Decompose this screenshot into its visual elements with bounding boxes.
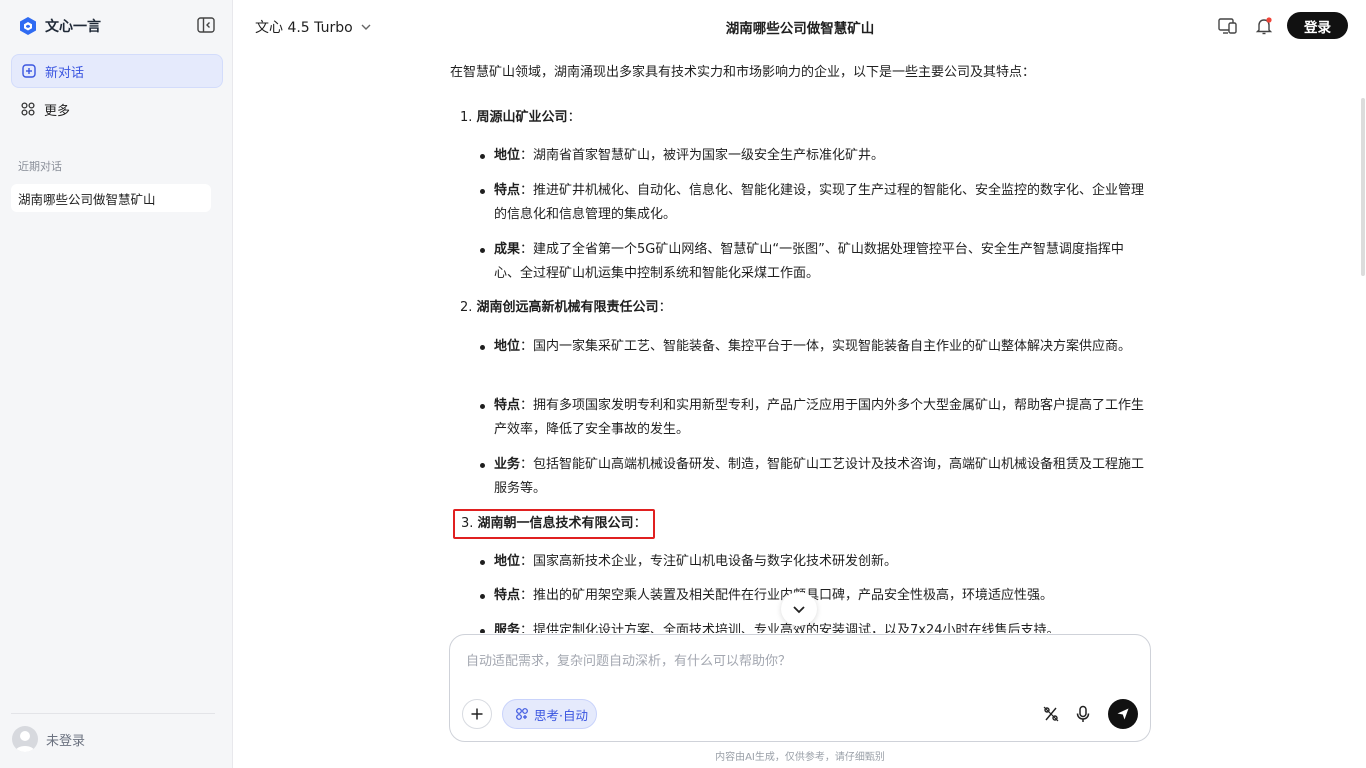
point-sep: ：: [520, 148, 534, 163]
point-key: 成果: [494, 242, 521, 257]
list-item: 成果：建成了全省第一个5G矿山网络、智慧矿山“一张图”、矿山数据处理管控平台、安…: [480, 238, 1148, 286]
login-button[interactable]: 登录: [1287, 12, 1348, 39]
sidebar-divider: [11, 713, 215, 714]
device-icon: [1218, 18, 1237, 34]
list-item: 特点：推进矿井机械化、自动化、信息化、智能化建设，实现了生产过程的智能化、安全监…: [480, 179, 1148, 227]
scrollbar[interactable]: [1360, 48, 1366, 768]
point-key: 特点: [494, 588, 521, 603]
list-item: 地位：国内一家集采矿工艺、智能装备、集控平台于一体，实现智能装备自主作业的矿山整…: [480, 335, 1148, 359]
answer-intro: 在智慧矿山领域，湖南涌现出多家具有技术实力和市场影响力的企业，以下是一些主要公司…: [450, 65, 1036, 80]
point-sep: ：: [520, 242, 534, 257]
point-key: 地位: [494, 554, 521, 569]
attach-button[interactable]: [462, 699, 492, 729]
plus-icon: [471, 708, 483, 720]
list-item: 服务：提供定制化设计方案、全面技术培训、专业高效的安装调试，以及7x24小时在线…: [480, 619, 1148, 633]
company-suffix: ：: [567, 110, 581, 125]
answer-content: 在智慧矿山领域，湖南涌现出多家具有技术实力和市场影响力的企业，以下是一些主要公司…: [450, 53, 1150, 633]
scrollbar-thumb[interactable]: [1361, 98, 1365, 276]
point-sep: ：: [520, 554, 534, 569]
brand-name: 文心一言: [45, 19, 101, 35]
company-number: 2.: [460, 300, 473, 315]
company-name: 周源山矿业公司: [476, 110, 568, 125]
send-icon: [1117, 708, 1129, 720]
sidebar-collapse-icon: [197, 17, 215, 33]
send-button[interactable]: [1108, 699, 1138, 729]
list-item: 地位：国家高新技术企业，专注矿山机电设备与数字化技术研发创新。: [480, 550, 1148, 574]
point-text: 推进矿井机械化、自动化、信息化、智能化建设，实现了生产过程的智能化、安全监控的数…: [494, 183, 1145, 222]
company-number: 1.: [460, 110, 473, 125]
point-key: 地位: [494, 339, 521, 354]
voice-input-button[interactable]: [1070, 701, 1096, 727]
point-sep: ：: [520, 398, 534, 413]
scroll-to-bottom-button[interactable]: [781, 592, 817, 626]
format-toggle-button[interactable]: [1038, 701, 1064, 727]
sidebar: 文心一言 新对话 更多 近期对话 湖南哪些公司做智慧矿山 未登录: [0, 0, 233, 768]
point-sep: ：: [520, 183, 534, 198]
chat-input-box: 思考·自动: [449, 634, 1151, 742]
sidebar-collapse-button[interactable]: [196, 16, 216, 34]
no-format-icon: [1043, 706, 1059, 722]
notification-button[interactable]: [1253, 15, 1275, 37]
think-mode-label: 思考·自动: [534, 707, 588, 723]
chevron-down-icon: [793, 606, 805, 614]
think-mode-button[interactable]: 思考·自动: [502, 699, 597, 729]
brand[interactable]: 文心一言: [18, 14, 101, 38]
company-heading-highlighted: 3. 湖南朝一信息技术有限公司：: [453, 509, 655, 539]
list-item: 地位：湖南省首家智慧矿山，被评为国家一级安全生产标准化矿井。: [480, 144, 1148, 168]
point-sep: ：: [520, 588, 534, 603]
recent-title: 近期对话: [18, 160, 62, 173]
company-suffix: ：: [658, 300, 672, 315]
mic-icon: [1076, 705, 1090, 722]
point-text: 湖南省首家智慧矿山，被评为国家一级安全生产标准化矿井。: [533, 148, 885, 163]
device-switch-button[interactable]: [1217, 15, 1239, 37]
more-label: 更多: [44, 103, 71, 119]
point-text: 国内一家集采矿工艺、智能装备、集控平台于一体，实现智能装备自主作业的矿山整体解决…: [533, 339, 1132, 354]
point-key: 特点: [494, 183, 521, 198]
company-name: 湖南创远高新机械有限责任公司: [476, 300, 659, 315]
point-text: 国家高新技术企业，专注矿山机电设备与数字化技术研发创新。: [533, 554, 898, 569]
avatar-icon: [15, 731, 35, 752]
chat-input[interactable]: [464, 649, 1128, 673]
user-label: 未登录: [46, 733, 86, 749]
company-suffix: ：: [633, 516, 647, 531]
list-item: 业务：包括智能矿山高端机械设备研发、制造，智能矿山工艺设计及技术咨询，高端矿山机…: [480, 453, 1148, 501]
company-number: 3.: [461, 516, 474, 531]
point-key: 服务: [494, 623, 521, 633]
bell-icon: [1255, 17, 1273, 35]
point-key: 业务: [494, 457, 521, 472]
more-button[interactable]: 更多: [11, 93, 223, 125]
point-text: 建成了全省第一个5G矿山网络、智慧矿山“一张图”、矿山数据处理管控平台、安全生产…: [494, 242, 1124, 281]
point-text: 包括智能矿山高端机械设备研发、制造，智能矿山工艺设计及技术咨询，高端矿山机械设备…: [494, 457, 1145, 496]
point-text: 拥有多项国家发明专利和实用新型专利，产品广泛应用于国内外多个大型金属矿山，帮助客…: [494, 398, 1145, 437]
company-heading: 1. 周源山矿业公司：: [460, 108, 581, 128]
new-chat-icon: [22, 64, 36, 78]
page-title: 湖南哪些公司做智慧矿山: [725, 21, 875, 37]
company-name: 湖南朝一信息技术有限公司: [477, 516, 634, 531]
new-chat-button[interactable]: 新对话: [11, 54, 223, 88]
more-grid-icon: [21, 102, 35, 116]
user-login-entry[interactable]: 未登录: [12, 726, 85, 752]
list-item: 特点：推出的矿用架空乘人装置及相关配件在行业内颇具口碑，产品安全性极高，环境适应…: [480, 584, 1148, 608]
chevron-down-icon: [361, 24, 371, 30]
point-sep: ：: [520, 339, 534, 354]
logo-icon: [20, 17, 36, 35]
point-key: 地位: [494, 148, 521, 163]
avatar: [12, 726, 38, 752]
point-key: 特点: [494, 398, 521, 413]
disclaimer: 内容由AI生成，仅供参考，请仔细甄别: [715, 752, 885, 763]
company-heading: 2. 湖南创远高新机械有限责任公司：: [460, 298, 672, 318]
point-sep: ：: [520, 457, 534, 472]
model-selector[interactable]: 文心 4.5 Turbo: [255, 18, 373, 36]
point-sep: ：: [520, 623, 534, 633]
history-item[interactable]: 湖南哪些公司做智慧矿山: [11, 184, 211, 212]
new-chat-label: 新对话: [45, 65, 85, 81]
model-name: 文心 4.5 Turbo: [255, 20, 353, 36]
list-item: 特点：拥有多项国家发明专利和实用新型专利，产品广泛应用于国内外多个大型金属矿山，…: [480, 394, 1148, 442]
think-icon: [516, 708, 528, 720]
